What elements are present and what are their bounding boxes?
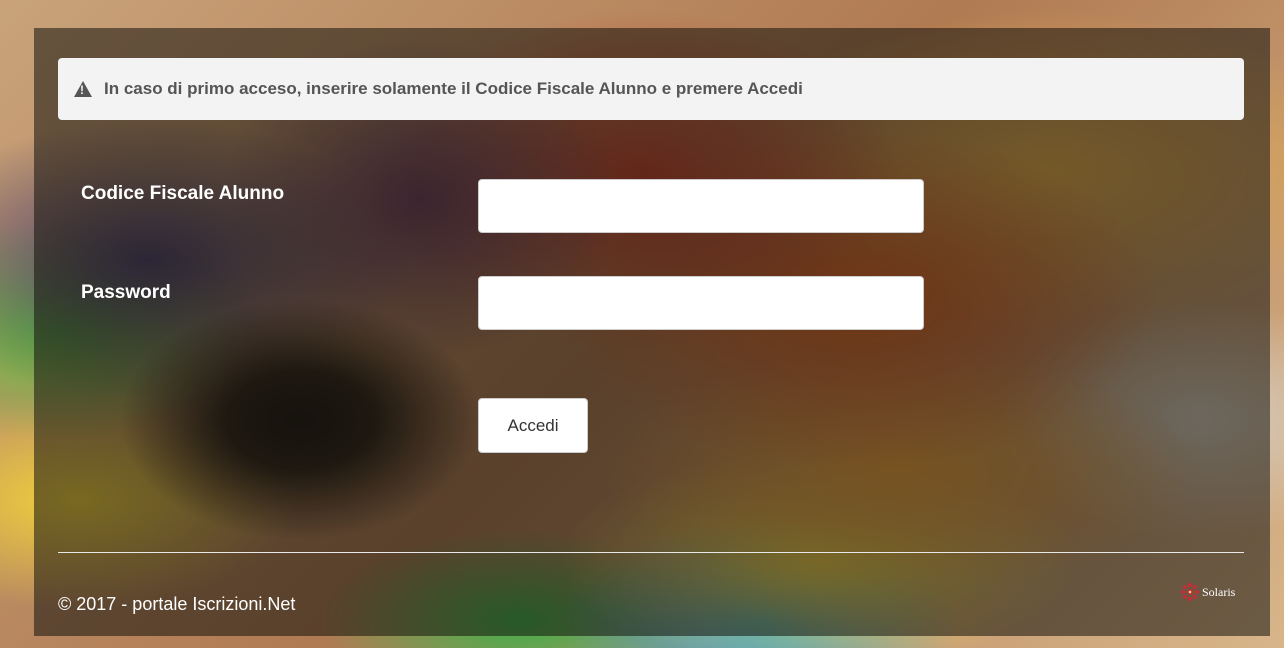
codice-fiscale-label: Codice Fiscale Alunno xyxy=(81,183,285,204)
codice-fiscale-input[interactable] xyxy=(478,179,924,233)
solaris-logo: Solaris xyxy=(1180,582,1235,602)
password-label: Password xyxy=(81,282,171,303)
warning-icon xyxy=(74,81,92,97)
brand-name: Solaris xyxy=(1202,584,1236,599)
password-input[interactable] xyxy=(478,276,924,330)
copyright-text: © 2017 - portale Iscrizioni.Net xyxy=(58,594,296,614)
first-access-notice: In caso di primo acceso, inserire solame… xyxy=(58,58,1244,120)
solaris-flower-icon xyxy=(1180,582,1200,602)
notice-text: In caso di primo acceso, inserire solame… xyxy=(104,79,803,98)
accedi-button[interactable]: Accedi xyxy=(478,398,588,453)
footer-divider xyxy=(58,552,1244,553)
